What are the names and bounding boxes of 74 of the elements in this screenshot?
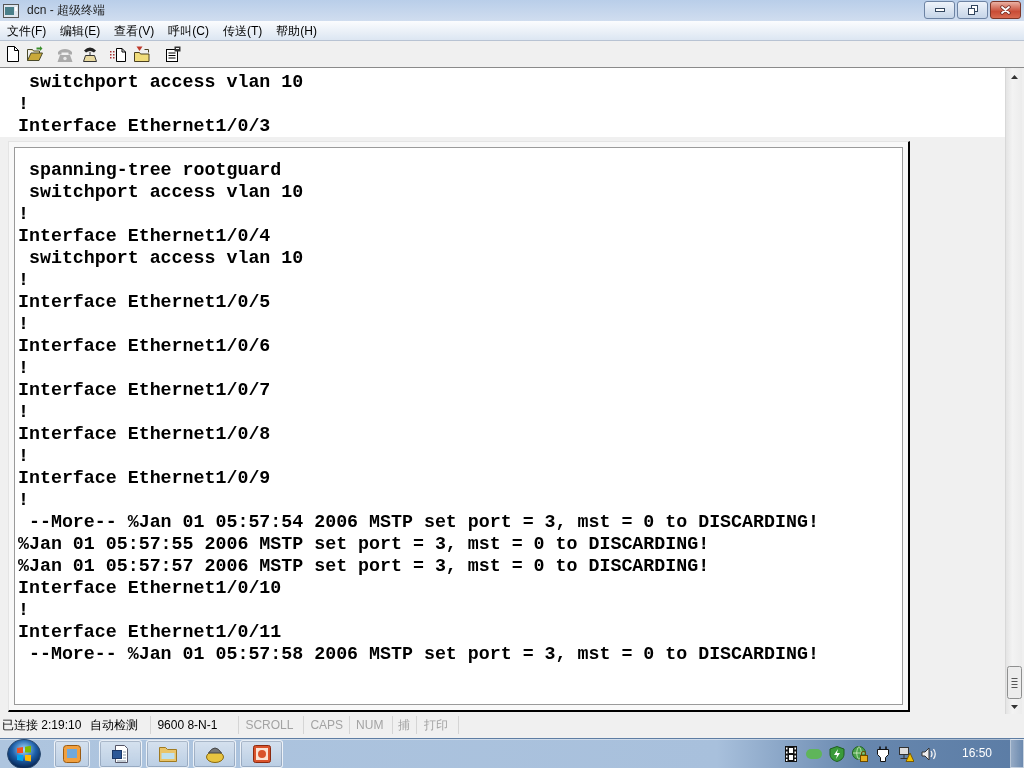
- globe-lock-icon[interactable]: [851, 745, 868, 762]
- terminal-line: !: [18, 203, 29, 225]
- scrollbar-thumb[interactable]: [1006, 666, 1022, 699]
- terminal-line: Interface Ethernet1/0/10: [18, 577, 282, 599]
- menu-item[interactable]: 呼叫(C): [161, 21, 216, 40]
- status-text: 自动检测: [87, 716, 152, 734]
- new-document-icon[interactable]: [5, 46, 21, 62]
- status-text: 捕: [393, 716, 418, 734]
- terminal-line: !: [18, 401, 29, 423]
- terminal-line: Interface Ethernet1/0/4: [18, 225, 271, 247]
- terminal-line: Interface Ethernet1/0/8: [18, 423, 271, 445]
- menu-item[interactable]: 帮助(H): [269, 21, 324, 40]
- minimize-button[interactable]: [924, 1, 955, 19]
- terminal-line: Interface Ethernet1/0/7: [18, 379, 271, 401]
- document-icon: [110, 743, 131, 764]
- terminal-line: switchport access vlan 10: [27, 71, 304, 93]
- taskbar-button[interactable]: [54, 739, 90, 768]
- terminal-line: switchport access vlan 10: [27, 247, 304, 269]
- status-text: 已连接 2:19:10: [2, 717, 83, 734]
- vertical-scrollbar[interactable]: [1005, 68, 1022, 714]
- status-text: NUM: [350, 716, 394, 734]
- terminal-line: Interface Ethernet1/0/3: [18, 115, 271, 137]
- minimize-icon: [934, 8, 945, 12]
- dotted-page-icon[interactable]: [110, 46, 126, 62]
- status-text: SCROLL: [239, 716, 305, 734]
- folder-arrow-icon[interactable]: [134, 46, 150, 62]
- menu-item[interactable]: 编辑(E): [53, 21, 108, 40]
- terminal-line: %Jan 01 05:57:55 2006 MSTP set port = 3, mst = 0 to DISCARDING!: [18, 533, 710, 555]
- clock-time[interactable]: 16:50: [961, 746, 992, 761]
- close-icon: [1000, 5, 1011, 15]
- terminal-line: !: [18, 489, 29, 511]
- terminal-line: Interface Ethernet1/0/9: [18, 467, 271, 489]
- restore-button[interactable]: [957, 1, 988, 19]
- terminal-line: !: [18, 93, 29, 115]
- terminal-line: !: [18, 445, 29, 467]
- plug-icon[interactable]: [874, 745, 891, 762]
- scroll-down-arrow-icon[interactable]: [1010, 705, 1018, 709]
- terminal-line: Interface Ethernet1/0/6: [18, 335, 271, 357]
- taskbar-button[interactable]: [193, 739, 236, 768]
- start-orb-icon[interactable]: [7, 738, 41, 768]
- terminal-line: --More-- %Jan 01 05:57:54 2006 MSTP set port = 3, mst = 0 to DISCARDING!: [27, 511, 819, 533]
- taskbar-button[interactable]: [99, 739, 142, 768]
- scroll-up-arrow-icon[interactable]: [1010, 74, 1018, 79]
- window-icon: [3, 3, 19, 18]
- menu-item[interactable]: 查看(V): [107, 21, 162, 40]
- menu-item[interactable]: 传送(T): [216, 21, 270, 40]
- terminal-line: !: [18, 357, 29, 379]
- terminal-line: spanning-tree rootguard: [27, 159, 282, 181]
- show-desktop-button[interactable]: [1010, 739, 1024, 768]
- terminal-line: !: [18, 599, 29, 621]
- presentation-icon: [251, 743, 272, 764]
- terminal-line: !: [18, 313, 29, 335]
- status-text: 9600 8-N-1: [151, 716, 240, 734]
- window-title: dcn - 超级终端: [27, 3, 105, 18]
- open-folder-icon[interactable]: [27, 46, 43, 62]
- status-text: 打印: [417, 716, 460, 734]
- property-sheet-icon[interactable]: [165, 46, 181, 62]
- status-text: CAPS: [304, 716, 351, 734]
- terminal-line: !: [18, 269, 29, 291]
- terminal-line: %Jan 01 05:57:57 2006 MSTP set port = 3, mst = 0 to DISCARDING!: [18, 555, 710, 577]
- network-warning-icon[interactable]: [897, 745, 914, 762]
- terminal-line: --More-- %Jan 01 05:57:58 2006 MSTP set port = 3, mst = 0 to DISCARDING!: [27, 643, 819, 665]
- taskbar-button[interactable]: [240, 739, 283, 768]
- speaker-icon[interactable]: [920, 745, 937, 762]
- terminal-line: Interface Ethernet1/0/11: [18, 621, 282, 643]
- menu-item[interactable]: 文件(F): [0, 21, 54, 40]
- shield-icon[interactable]: [828, 745, 845, 762]
- restore-icon: [967, 5, 978, 15]
- terminal-line: Interface Ethernet1/0/5: [18, 291, 271, 313]
- film-strip-icon[interactable]: [782, 745, 799, 762]
- app-window-icon: [62, 743, 82, 764]
- phone-handset-icon[interactable]: [82, 46, 98, 62]
- close-button[interactable]: [990, 1, 1021, 19]
- terminal-line: switchport access vlan 10: [27, 181, 304, 203]
